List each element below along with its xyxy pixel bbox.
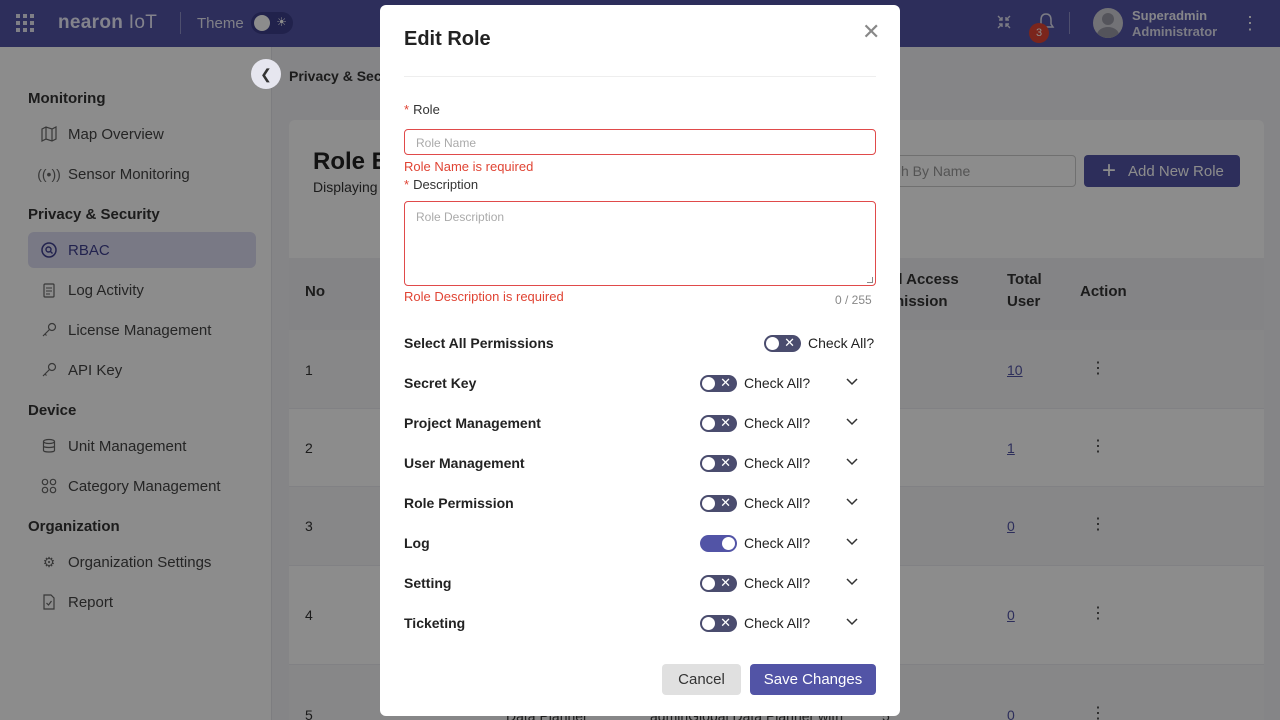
chevron-down-icon[interactable] [845,494,859,508]
description-error: Role Description is required [404,289,564,304]
role-error: Role Name is required [404,159,534,174]
permission-toggle[interactable]: ✕ [700,575,737,592]
permission-toggle[interactable]: ✕ [700,375,737,392]
permission-toggle[interactable]: ✕ [700,415,737,432]
char-counter: 0 / 255 [835,293,872,307]
chevron-down-icon[interactable] [845,534,859,548]
role-description-input[interactable]: Role Description [404,201,876,286]
permission-toggle[interactable]: ✕ [700,615,737,632]
save-changes-button[interactable]: Save Changes [750,664,876,695]
permission-row-project-management: Project Management ✕ Check All? [404,412,876,436]
close-icon[interactable]: ✕ [862,21,880,43]
check-all-label: Check All? [808,335,875,351]
chevron-down-icon[interactable] [845,574,859,588]
modal-title: Edit Role [404,28,491,50]
select-all-row: Select All Permissions ✕ Check All? [404,332,876,356]
permission-toggle[interactable]: ✕ [700,455,737,472]
permission-toggle[interactable] [700,535,737,552]
divider [404,76,876,77]
edit-role-modal: Edit Role ✕ * Role Role Name Role Name is… [380,5,900,716]
permission-row-setting: Setting ✕ Check All? [404,572,876,596]
resize-handle[interactable] [867,277,873,283]
select-all-toggle[interactable]: ✕ [764,335,801,352]
permission-row-user-management: User Management ✕ Check All? [404,452,876,476]
chevron-down-icon[interactable] [845,454,859,468]
permission-row-log: Log Check All? [404,532,876,556]
chevron-down-icon[interactable] [845,374,859,388]
permission-row-ticketing: Ticketing ✕ Check All? [404,612,876,636]
chevron-down-icon[interactable] [845,414,859,428]
permission-row-role-permission: Role Permission ✕ Check All? [404,492,876,516]
role-name-input[interactable]: Role Name [404,129,876,155]
select-all-label: Select All Permissions [404,335,554,351]
permission-row-secret-key: Secret Key ✕ Check All? [404,372,876,396]
cancel-button[interactable]: Cancel [662,664,741,695]
permission-toggle[interactable]: ✕ [700,495,737,512]
collapse-sidebar-button[interactable]: ❮ [251,59,281,89]
role-label: * Role [404,102,440,117]
chevron-down-icon[interactable] [845,614,859,628]
description-label: * Description [404,177,479,192]
